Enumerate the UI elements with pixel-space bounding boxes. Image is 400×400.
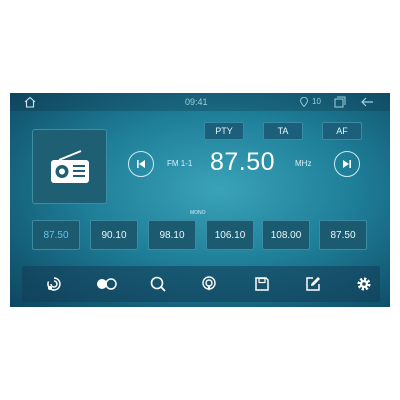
- pty-button[interactable]: PTY: [204, 122, 244, 140]
- toggle-icon[interactable]: [96, 276, 118, 292]
- preset-1[interactable]: 87.50: [32, 220, 80, 250]
- home-icon[interactable]: [24, 96, 36, 108]
- preset-5[interactable]: 108.00: [262, 220, 310, 250]
- search-icon[interactable]: [150, 276, 166, 292]
- clock: 09:41: [185, 97, 208, 107]
- edit-icon[interactable]: [305, 276, 321, 292]
- broadcast-icon[interactable]: [201, 276, 217, 292]
- preset-4[interactable]: 106.10: [206, 220, 254, 250]
- settings-icon[interactable]: [356, 276, 372, 292]
- frequency-unit: MHz: [295, 159, 312, 168]
- windows-icon[interactable]: [334, 96, 346, 108]
- seek-next-button[interactable]: [334, 151, 360, 177]
- status-bar: 09:41 10: [10, 93, 390, 111]
- seek-next-icon: [343, 160, 351, 168]
- bottom-toolbar: [22, 266, 380, 302]
- band-label: FM 1-1: [167, 159, 193, 168]
- mono-indicator: MONO: [190, 210, 206, 216]
- save-icon[interactable]: [254, 276, 270, 292]
- volume-level: 10: [312, 97, 321, 106]
- preset-6[interactable]: 87.50: [319, 220, 367, 250]
- radio-source-tile[interactable]: [32, 129, 107, 204]
- seek-previous-button[interactable]: [128, 151, 154, 177]
- seek-previous-icon: [137, 160, 145, 168]
- preset-3[interactable]: 98.10: [148, 220, 196, 250]
- frequency-display: 87.50: [210, 148, 276, 176]
- radio-screen: 09:41 10 PTY TA AF FM 1-1 87.50 MHz MONO…: [10, 93, 390, 307]
- ta-button[interactable]: TA: [263, 122, 303, 140]
- af-button[interactable]: AF: [322, 122, 362, 140]
- back-arrow-icon[interactable]: [360, 96, 374, 108]
- gps-icon: [300, 97, 308, 107]
- scan-icon[interactable]: [46, 276, 62, 292]
- radio-icon: [50, 149, 89, 183]
- preset-2[interactable]: 90.10: [90, 220, 138, 250]
